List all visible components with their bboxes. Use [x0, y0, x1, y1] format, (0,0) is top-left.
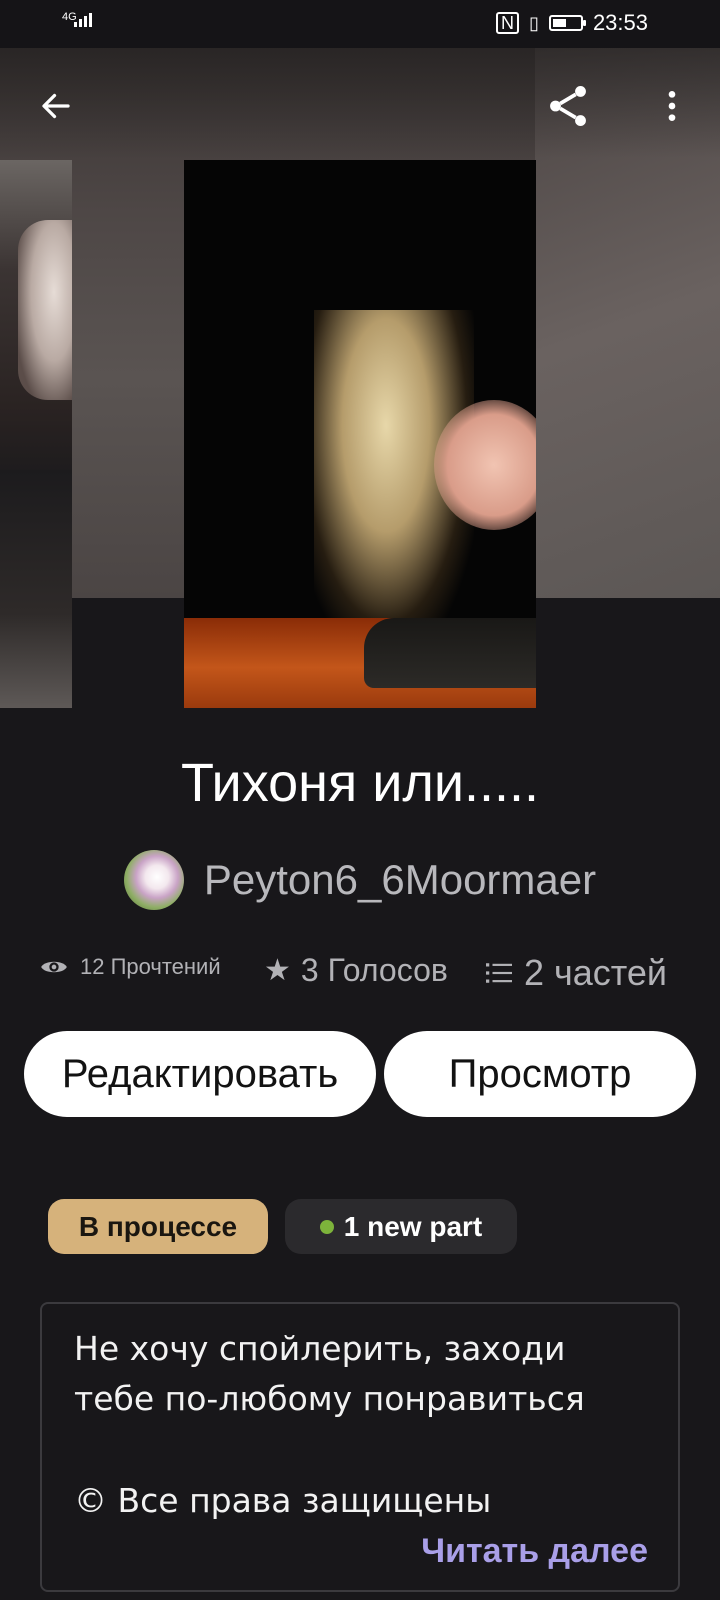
star-icon: ★ [264, 954, 291, 987]
votes-stat: ★ 3 Голосов [264, 952, 448, 989]
more-vertical-icon [668, 91, 676, 121]
nfc-icon: N [496, 12, 520, 34]
previous-cover-lower [0, 470, 72, 708]
story-stats: 12 Прочтений ★ 3 Голосов 2 частей [40, 952, 690, 1002]
read-more-link[interactable]: Читать далее [421, 1532, 648, 1571]
new-part-badge: 1 new part [285, 1199, 517, 1254]
previous-cover-face [18, 220, 72, 400]
status-bar: 4G N ▯ 23:53 [0, 0, 720, 48]
back-button[interactable] [28, 78, 84, 134]
vibrate-icon: ▯ [529, 12, 539, 33]
cover-background-fade [0, 48, 720, 158]
description-copyright: © Все права защищены [74, 1481, 492, 1520]
parts-count[interactable]: 2 частей [524, 952, 667, 994]
more-options-button[interactable] [644, 78, 700, 134]
previous-story-cover[interactable] [0, 160, 72, 708]
description-line-1: Не хочу спойлерить, заходи [74, 1329, 566, 1368]
parts-stat[interactable]: 2 частей [486, 952, 667, 994]
list-icon [486, 963, 512, 983]
share-button[interactable] [540, 78, 596, 134]
status-right: N ▯ 23:53 [496, 10, 648, 36]
signal-icon [74, 13, 92, 27]
reads-stat: 12 Прочтений [40, 954, 221, 980]
clock: 23:53 [592, 10, 648, 35]
author-row[interactable]: Peyton6_6Moormaer [0, 850, 720, 910]
votes-count: 3 Голосов [300, 952, 448, 988]
cover-bag [364, 618, 536, 688]
new-part-label: 1 new part [343, 1210, 483, 1242]
edit-button[interactable]: Редактировать [24, 1031, 376, 1117]
eye-icon [41, 961, 67, 973]
preview-button[interactable]: Просмотр [384, 1031, 696, 1117]
share-icon [550, 86, 586, 126]
avatar[interactable] [123, 850, 184, 910]
new-dot-icon [319, 1219, 334, 1234]
story-description: Не хочу спойлерить, заходи тебе по-любом… [40, 1302, 680, 1592]
story-cover-image[interactable] [184, 160, 536, 708]
author-name[interactable]: Peyton6_6Moormaer [204, 856, 596, 904]
arrow-left-icon [42, 93, 70, 119]
reads-count: 12 Прочтений [80, 954, 221, 979]
story-title: Тихоня или..... [180, 753, 540, 813]
description-line-2: тебе по-любому понравиться [74, 1379, 585, 1418]
status-badge: В процессе [48, 1199, 268, 1254]
battery-icon [548, 15, 586, 31]
